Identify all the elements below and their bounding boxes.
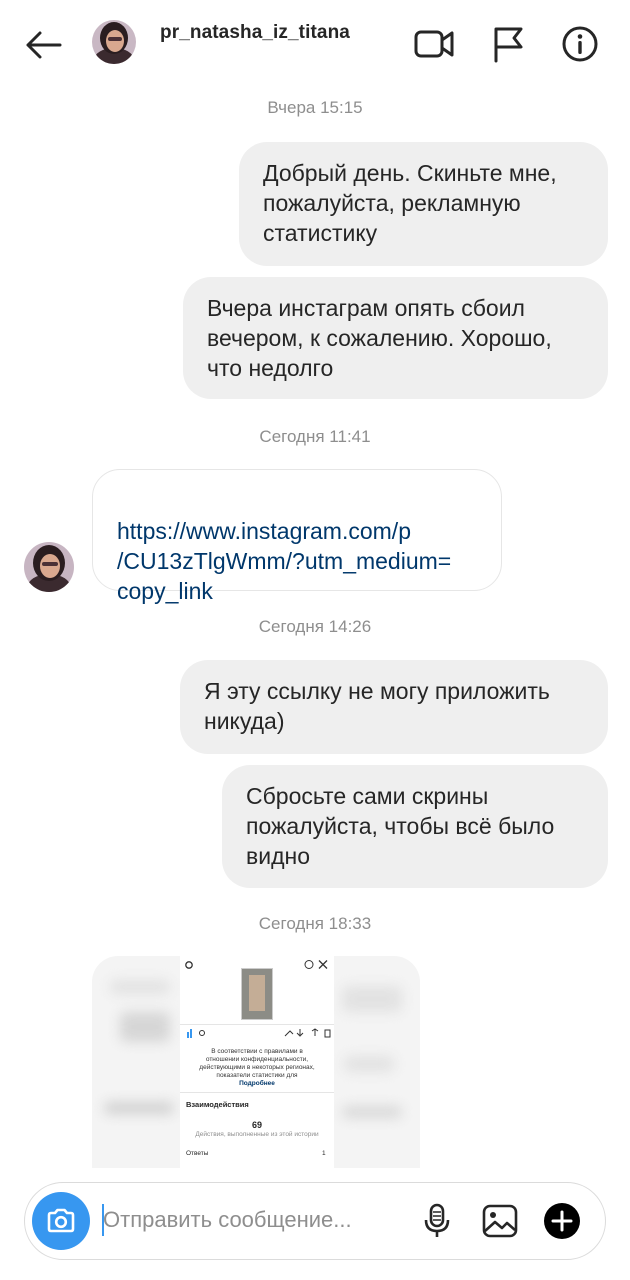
outgoing-message[interactable]: Я эту ссылку не могу приложить никуда) <box>180 660 608 754</box>
outgoing-message[interactable]: Добрый день. Скиньте мне, пожалуйста, ре… <box>239 142 608 266</box>
camera-icon <box>47 1208 75 1233</box>
message-timestamp: Сегодня 18:33 <box>258 914 372 933</box>
chat-username[interactable]: pr_natasha_iz_titana <box>160 22 350 44</box>
action-icons <box>284 1028 331 1038</box>
message-input[interactable]: Отправить сообщение... <box>103 1207 352 1233</box>
plus-circle-icon <box>544 1203 580 1239</box>
add-button[interactable] <box>539 1198 585 1244</box>
microphone-icon <box>424 1203 450 1237</box>
video-call-icon <box>414 30 454 58</box>
message-timestamp: Сегодня 11:41 <box>259 427 371 446</box>
blurred-region <box>342 986 402 1012</box>
stat-row-label: Ответы <box>186 1150 209 1157</box>
blurred-region <box>110 980 170 994</box>
video-call-button[interactable] <box>414 22 454 66</box>
stat-row-value: 1 <box>322 1150 326 1157</box>
sender-avatar[interactable] <box>24 542 74 592</box>
flag-icon <box>494 27 523 63</box>
camera-button[interactable] <box>32 1192 90 1250</box>
avatar-photo <box>24 542 74 592</box>
screenshot-content: В соответствии с правилами в отношении к… <box>180 956 334 1168</box>
more-link: Подробнее <box>239 1080 275 1087</box>
image-icon <box>482 1204 518 1238</box>
back-arrow-icon <box>26 31 62 59</box>
count-caption: Действия, выполненные из этой истории <box>195 1131 319 1138</box>
blurred-region <box>342 1106 402 1118</box>
incoming-link-message[interactable]: https://www.instagram.com/p /CU13zTlgWmm… <box>92 469 502 604</box>
blurred-region <box>344 1056 394 1072</box>
avatar-photo <box>92 20 136 64</box>
outgoing-message[interactable]: Сбросьте сами скрины пожалуйста, чтобы в… <box>222 765 608 888</box>
blurred-region <box>104 1102 174 1114</box>
info-icon <box>562 26 598 62</box>
interactions-label: Взаимодействия <box>186 1100 249 1109</box>
back-button[interactable] <box>20 22 66 68</box>
outgoing-message[interactable]: Вчера инстаграм опять сбоил вечером, к с… <box>183 277 608 399</box>
info-button[interactable] <box>560 22 600 66</box>
story-thumbnail <box>241 968 273 1020</box>
shared-link[interactable]: https://www.instagram.com/p /CU13zTlgWmm… <box>117 518 451 604</box>
message-timestamp: Вчера 15:15 <box>267 98 363 117</box>
interactions-count: 69 <box>251 1120 262 1130</box>
report-button[interactable] <box>488 22 528 66</box>
gear-icon <box>185 961 193 969</box>
privacy-notice: В соответствии с правилами в отношении к… <box>199 1048 315 1079</box>
close-icon <box>304 960 328 969</box>
avatar[interactable] <box>92 20 136 64</box>
gallery-button[interactable] <box>477 1198 523 1244</box>
blurred-region <box>120 1012 170 1042</box>
voice-message-button[interactable] <box>414 1198 460 1244</box>
stats-icon <box>187 1029 205 1038</box>
message-timestamp: Сегодня 14:26 <box>258 617 372 636</box>
